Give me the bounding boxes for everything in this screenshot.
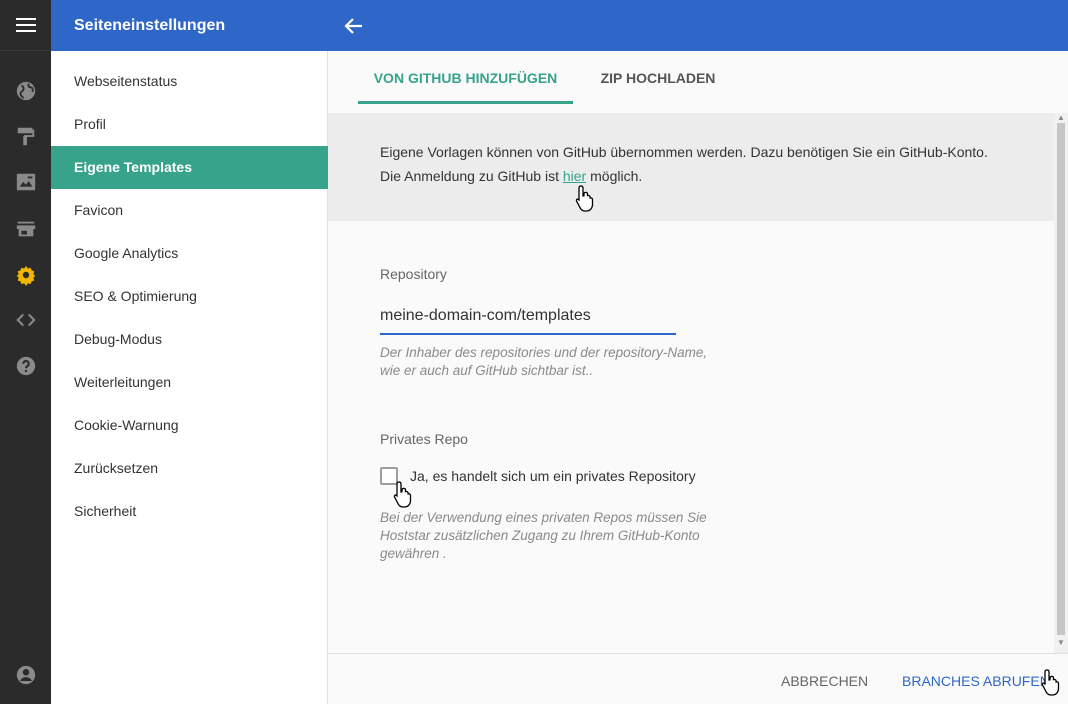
menu-item-seo[interactable]: SEO & Optimierung <box>51 275 328 318</box>
image-edit-icon <box>16 173 35 191</box>
github-login-link[interactable]: hier <box>563 168 586 184</box>
private-repo-hint-line3: gewähren . <box>380 546 447 561</box>
info-text-line2: Die Anmeldung zu GitHub ist hier möglich… <box>380 168 642 184</box>
menu-item-eigene-templates[interactable]: Eigene Templates <box>51 146 328 189</box>
code-icon <box>15 313 36 327</box>
menu-item-weiterleitungen[interactable]: Weiterleitungen <box>51 361 328 404</box>
private-repo-checkbox-label[interactable]: Ja, es handelt sich um ein privates Repo… <box>410 468 696 484</box>
info-text-after-link: möglich. <box>586 168 643 184</box>
repository-hint-line2: wie er auch auf GitHub sichtbar ist.. <box>380 363 594 378</box>
tab-github[interactable]: VON GITHUB HINZUFÜGEN <box>358 51 573 104</box>
tab-zip-upload[interactable]: ZIP HOCHLADEN <box>590 51 726 104</box>
info-box: Eigene Vorlagen können von GitHub überno… <box>328 113 1054 221</box>
private-repo-label: Privates Repo <box>380 431 468 447</box>
private-repo-checkbox[interactable] <box>380 467 398 485</box>
repository-hint-line1: Der Inhaber des repositories und der rep… <box>380 345 708 360</box>
main-panel: VON GITHUB HINZUFÜGEN ZIP HOCHLADEN Eige… <box>328 51 1068 704</box>
menu-item-cookie-warnung[interactable]: Cookie-Warnung <box>51 404 328 447</box>
store-icon <box>16 221 35 237</box>
tab-bar: VON GITHUB HINZUFÜGEN ZIP HOCHLADEN <box>328 51 1068 104</box>
menu-item-sicherheit[interactable]: Sicherheit <box>51 490 328 533</box>
app-header: Seiteneinstellungen <box>51 0 1068 51</box>
rail-item-settings[interactable] <box>0 253 51 297</box>
private-repo-hint: Bei der Verwendung eines privaten Repos … <box>380 509 720 563</box>
menu-item-favicon[interactable]: Favicon <box>51 189 328 232</box>
paint-roller-icon <box>17 127 34 146</box>
rail-item-design[interactable] <box>0 114 51 158</box>
rail-item-content[interactable] <box>0 160 51 204</box>
icon-rail <box>0 0 51 704</box>
rail-item-account[interactable] <box>0 653 51 697</box>
menu-item-zuruecksetzen[interactable]: Zurücksetzen <box>51 447 328 490</box>
menu-item-debug-modus[interactable]: Debug-Modus <box>51 318 328 361</box>
page-title: Seiteneinstellungen <box>74 17 226 34</box>
info-text-before-link: Die Anmeldung zu GitHub ist <box>380 168 563 184</box>
rail-item-help[interactable] <box>0 344 51 388</box>
rail-item-website[interactable] <box>0 69 51 113</box>
menu-icon <box>15 18 36 32</box>
menu-item-profil[interactable]: Profil <box>51 103 328 146</box>
menu-item-webseitenstatus[interactable]: Webseitenstatus <box>51 60 328 103</box>
repository-label: Repository <box>380 266 447 282</box>
menu-item-google-analytics[interactable]: Google Analytics <box>51 232 328 275</box>
rail-item-shop[interactable] <box>0 207 51 251</box>
account-icon <box>16 665 35 685</box>
scroll-up-arrow-icon[interactable]: ▲ <box>1057 113 1065 122</box>
scrollbar[interactable]: ▲ ▼ <box>1054 113 1068 653</box>
rail-item-code[interactable] <box>0 298 51 342</box>
help-icon <box>16 356 35 376</box>
gear-icon <box>16 265 35 286</box>
hamburger-menu-button[interactable] <box>0 0 51 51</box>
dialog-footer: ABBRECHEN BRANCHES ABRUFEN <box>328 653 1068 704</box>
scroll-down-arrow-icon[interactable]: ▼ <box>1057 638 1065 647</box>
tab-indicator <box>358 101 573 104</box>
private-repo-hint-line2: Hoststar zusätzlichen Zugang zu Ihrem Gi… <box>380 528 700 543</box>
repository-input[interactable] <box>380 299 676 335</box>
scroll-thumb[interactable] <box>1057 123 1065 635</box>
settings-menu: Webseitenstatus Profil Eigene Templates … <box>51 51 328 704</box>
cancel-button[interactable]: ABBRECHEN <box>781 654 868 704</box>
back-button[interactable] <box>342 14 366 38</box>
globe-icon <box>16 81 35 101</box>
fetch-branches-button[interactable]: BRANCHES ABRUFEN <box>902 654 1050 704</box>
private-repo-hint-line1: Bei der Verwendung eines privaten Repos … <box>380 510 707 525</box>
repository-hint: Der Inhaber des repositories und der rep… <box>380 344 720 380</box>
arrow-left-icon <box>344 18 362 34</box>
info-text-line1: Eigene Vorlagen können von GitHub überno… <box>380 144 988 160</box>
